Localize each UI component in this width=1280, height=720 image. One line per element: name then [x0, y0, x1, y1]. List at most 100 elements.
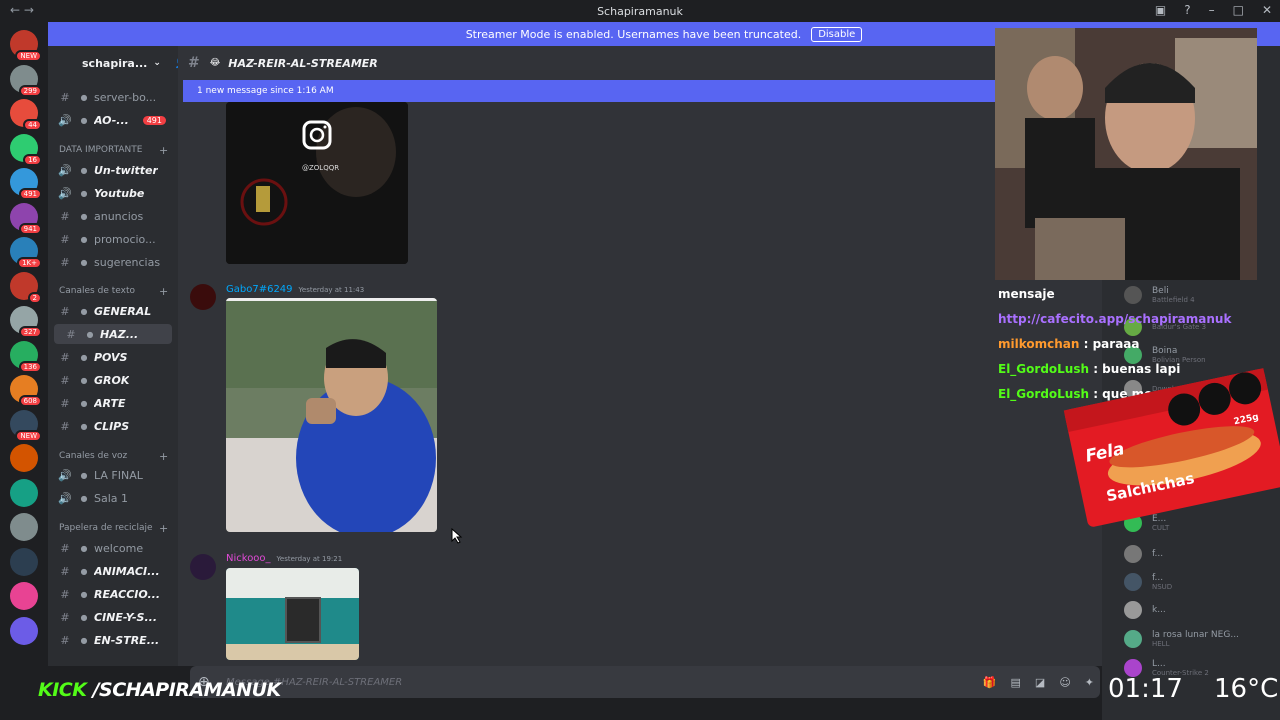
server-badge: 44 [23, 119, 42, 131]
guild-header[interactable]: schapira... ⌄ 👤 [48, 46, 187, 80]
server-icon[interactable] [10, 616, 38, 645]
channel-item[interactable]: # ● GENERAL [48, 301, 178, 321]
new-messages-bar[interactable]: 1 new message since 1:16 AM [183, 80, 995, 102]
avatar[interactable] [190, 284, 216, 310]
server-icon[interactable] [10, 547, 38, 576]
apps-icon[interactable]: ✦ [1085, 676, 1094, 689]
member-item[interactable]: la rosa lunar NEG... HELL [1124, 630, 1239, 648]
video-embed[interactable] [226, 568, 359, 660]
server-icon[interactable]: 299 [10, 64, 42, 97]
channel-item[interactable]: # ● ANIMACI... [48, 561, 178, 581]
avatar [1124, 630, 1142, 648]
minimize-button[interactable]: – [1209, 3, 1215, 17]
temperature-overlay: 16°C [1214, 674, 1279, 704]
channel-item[interactable]: # ● ARTE [48, 393, 178, 413]
author-name[interactable]: Nickooo_ [226, 553, 271, 564]
server-icon[interactable]: 16 [10, 133, 42, 166]
channel-label: LA FINAL [94, 468, 143, 482]
hash-icon: # [60, 373, 70, 387]
server-icon[interactable]: 44 [10, 99, 42, 131]
server-badge: 1K+ [17, 257, 42, 269]
channel-item[interactable]: # ● welcome [48, 538, 178, 558]
speaker-icon: 🔊 [58, 163, 72, 177]
server-icon[interactable]: NEW [10, 409, 42, 442]
server-icon[interactable] [10, 582, 38, 610]
server-icon[interactable]: NEW [10, 30, 42, 62]
speaker-icon: 🔊 [58, 491, 72, 505]
video-embed[interactable] [226, 298, 437, 532]
server-icon[interactable]: 608 [10, 375, 42, 407]
member-name: f... [1152, 549, 1164, 559]
channel-label: Un-twitter [94, 163, 158, 177]
message-composer[interactable]: ⊕ Message #HAZ-REIR-AL-STREAMER 🎁 ▤ ◪ ☺ … [190, 666, 1100, 698]
member-name: k... [1152, 605, 1166, 615]
channel-item[interactable]: # ● HAZ... [54, 324, 172, 344]
kick-handle: /SCHAPIRAMANUK [92, 679, 282, 701]
channel-item[interactable]: # ● server-bo... [48, 87, 178, 107]
composer-tools: 🎁 ▤ ◪ ☺ ✦ [983, 676, 1094, 689]
category-label: Canales de texto [59, 286, 135, 296]
maximize-button[interactable]: □ [1233, 3, 1244, 17]
sticker-icon[interactable]: ◪ [1035, 676, 1045, 689]
channel-item[interactable]: # ● REACCIO... [48, 584, 178, 604]
server-icon[interactable]: 1K+ [10, 237, 42, 269]
channel-item[interactable]: # ● POVS [48, 347, 178, 367]
channel-item[interactable]: 🔊 ● AO-... 491 [48, 110, 178, 130]
avatar [1124, 545, 1142, 563]
stream-chat-line: milkomchan : paraaa [998, 332, 1258, 357]
server-icon[interactable] [10, 478, 38, 507]
add-channel-icon[interactable]: + [159, 522, 168, 535]
channel-item[interactable]: # ● sugerencias [48, 252, 178, 272]
window-title: Schapiramanuk [597, 4, 683, 18]
channel-item[interactable]: 🔊 ● Youtube [48, 183, 178, 203]
disable-streamer-mode-button[interactable]: Disable [811, 26, 863, 42]
channel-item[interactable]: # ● promocio... [48, 229, 178, 249]
channel-item[interactable]: 🔊 ● Sala 1 [48, 488, 178, 508]
channel-category[interactable]: Canales de voz + [59, 450, 168, 463]
emoji-icon[interactable]: ☺ [1059, 676, 1070, 689]
server-icon[interactable]: 2 [10, 271, 42, 304]
channel-item[interactable]: 🔊 ● Un-twitter [48, 160, 178, 180]
server-icon[interactable]: 327 [10, 306, 42, 338]
channel-label: EN-STRE... [94, 633, 160, 647]
channel-item[interactable]: # ● CLIPS [48, 416, 178, 436]
channel-category[interactable]: Papelera de reciclaje + [59, 522, 168, 535]
guild-name: schapira... [82, 56, 148, 70]
window-titlebar: ← → Schapiramanuk ▣ ? – □ ✕ [0, 0, 1280, 22]
server-icon[interactable]: 491 [10, 168, 42, 200]
channel-item[interactable]: 🔊 ● LA FINAL [48, 465, 178, 485]
message-timestamp: Yesterday at 11:43 [298, 286, 365, 294]
chat-message-text: : buenas lapi [1089, 362, 1181, 376]
channel-item[interactable]: # ● EN-STRE... [48, 630, 178, 650]
channel-label: CINE-Y-S... [94, 610, 158, 624]
channel-label: server-bo... [94, 90, 157, 104]
avatar[interactable] [190, 554, 216, 580]
channel-item[interactable]: # ● CINE-Y-S... [48, 607, 178, 627]
channel-category[interactable]: Canales de texto + [59, 285, 168, 298]
channel-label: Youtube [94, 186, 145, 200]
gif-icon[interactable]: ▤ [1011, 676, 1021, 689]
channel-label: GROK [94, 373, 130, 387]
gift-icon[interactable]: 🎁 [983, 676, 997, 689]
inbox-icon[interactable]: ▣ [1155, 3, 1166, 17]
add-channel-icon[interactable]: + [159, 285, 168, 298]
server-icon[interactable] [10, 513, 38, 541]
server-icon[interactable]: 136 [10, 340, 42, 373]
server-icon[interactable] [10, 444, 38, 472]
video-embed[interactable]: @ZOLQQR [226, 102, 408, 264]
add-channel-icon[interactable]: + [159, 450, 168, 463]
channel-emoji-icon: ● [80, 635, 88, 645]
avatar [1124, 573, 1142, 591]
author-name[interactable]: Gabo7#6249 [226, 284, 293, 295]
member-item[interactable]: f... [1124, 545, 1163, 563]
channel-item[interactable]: # ● GROK [48, 370, 178, 390]
member-item[interactable]: k... [1124, 601, 1166, 619]
channel-category[interactable]: DATA IMPORTANTE + [59, 144, 168, 157]
close-window-button[interactable]: ✕ [1262, 3, 1272, 17]
server-icon[interactable]: 941 [10, 202, 42, 235]
member-item[interactable]: f... NSUD [1124, 573, 1172, 591]
channel-item[interactable]: # ● anuncios [48, 206, 178, 226]
add-channel-icon[interactable]: + [159, 144, 168, 157]
help-icon[interactable]: ? [1184, 3, 1190, 17]
speaker-icon: 🔊 [58, 186, 72, 200]
